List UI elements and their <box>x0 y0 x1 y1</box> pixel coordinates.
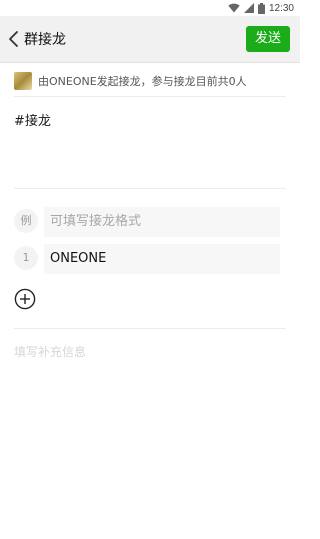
status-bar: 12:30 <box>0 0 300 16</box>
creator-notice: 由ONEONE发起接龙，参与接龙目前共0人 <box>14 70 286 92</box>
supplement-input[interactable]: 填写补充信息 <box>14 343 86 360</box>
send-button[interactable]: 发送 <box>246 26 290 52</box>
topic-input[interactable]: #接龙 <box>14 110 51 129</box>
entry-number-badge: 1 <box>14 246 38 270</box>
battery-icon <box>257 2 265 14</box>
entry-row-1: 1 ONEONE <box>14 244 286 274</box>
page-title: 群接龙 <box>24 32 66 48</box>
wifi-icon <box>228 3 240 13</box>
divider <box>14 188 286 189</box>
plus-circle-icon[interactable] <box>14 288 36 310</box>
format-input[interactable]: 可填写接龙格式 <box>44 207 280 237</box>
signal-icon <box>243 3 254 13</box>
example-badge: 例 <box>14 209 38 233</box>
status-icons: 12:30 <box>228 2 294 14</box>
top-bar: 群接龙 发送 <box>0 16 300 63</box>
divider <box>14 328 286 329</box>
divider <box>14 96 286 97</box>
creator-notice-text: 由ONEONE发起接龙，参与接龙目前共0人 <box>38 75 247 88</box>
status-time: 12:30 <box>268 2 294 14</box>
example-row: 例 可填写接龙格式 <box>14 207 286 237</box>
entry-input[interactable]: ONEONE <box>44 244 280 274</box>
avatar <box>14 72 32 90</box>
chevron-left-icon[interactable] <box>7 30 21 48</box>
